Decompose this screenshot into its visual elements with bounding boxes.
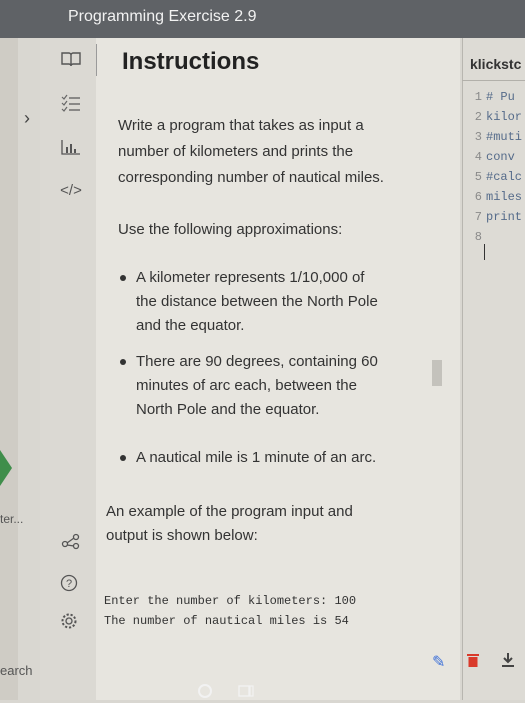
line-number: 4 <box>474 150 482 164</box>
window-title: Programming Exercise 2.9 <box>68 8 257 25</box>
window-title-bar: Programming Exercise 2.9 <box>0 0 525 38</box>
line-number: 8 <box>474 230 482 244</box>
line-number: 1 <box>474 90 482 104</box>
editor-file-tab[interactable]: klickstc <box>470 56 521 72</box>
line-number: 2 <box>474 110 482 124</box>
prompt-line: Write a program that takes as input a <box>118 117 364 134</box>
sample-output-line: Enter the number of kilometers: 100 <box>104 594 357 608</box>
scrollbar-thumb[interactable] <box>432 360 442 386</box>
code-line[interactable]: print <box>486 210 522 224</box>
share-icon[interactable] <box>60 532 82 554</box>
list-item: There are 90 degrees, containing 60 minu… <box>118 350 418 422</box>
approximation-list: A nautical mile is 1 minute of an arc. <box>118 446 418 470</box>
settings-gear-icon[interactable] <box>60 612 82 634</box>
tab-divider <box>462 80 525 81</box>
header-divider <box>96 44 97 76</box>
prompt-line: number of kilometers and prints the <box>118 143 354 160</box>
line-number: 5 <box>474 170 482 184</box>
task-list-icon[interactable] <box>60 94 82 116</box>
list-item: A nautical mile is 1 minute of an arc. <box>118 446 418 470</box>
code-line[interactable]: conv <box>486 150 515 164</box>
code-icon[interactable]: </> <box>60 180 82 202</box>
code-line[interactable]: # Pu <box>486 90 515 104</box>
code-line[interactable]: #muti <box>486 130 522 144</box>
svg-text:?: ? <box>66 578 72 590</box>
chevron-right-icon[interactable]: › <box>24 108 30 129</box>
approximations-intro: Use the following approximations: <box>118 221 343 238</box>
code-line[interactable]: miles <box>486 190 522 204</box>
edge-search-label[interactable]: earch <box>0 663 33 678</box>
list-item: A kilometer represents 1/10,000 of the d… <box>118 266 418 338</box>
text-cursor <box>484 244 485 260</box>
line-number: 7 <box>474 210 482 224</box>
trash-icon[interactable] <box>466 652 480 673</box>
approximation-list: There are 90 degrees, containing 60 minu… <box>118 350 418 422</box>
code-line[interactable]: kilor <box>486 110 522 124</box>
line-number: 6 <box>474 190 482 204</box>
help-icon[interactable]: ? <box>60 574 82 596</box>
bar-chart-icon[interactable] <box>60 138 82 160</box>
download-icon[interactable] <box>500 652 516 673</box>
pencil-icon[interactable]: ✎ <box>432 652 445 672</box>
left-edge-panel <box>0 38 18 700</box>
page-title: Instructions <box>122 48 260 75</box>
sample-output-line: The number of nautical miles is 54 <box>104 614 349 628</box>
edge-partial-label: ter... <box>0 512 24 526</box>
example-intro: output is shown below: <box>106 527 258 544</box>
taskbar-task-view-icon[interactable] <box>238 684 254 698</box>
prompt-line: corresponding number of nautical miles. <box>118 169 384 186</box>
line-number: 3 <box>474 130 482 144</box>
approximation-list: A kilometer represents 1/10,000 of the d… <box>118 266 418 338</box>
example-intro: An example of the program input and <box>106 503 353 520</box>
taskbar-search-circle-icon[interactable] <box>198 684 212 698</box>
book-icon[interactable] <box>60 50 82 72</box>
play-icon[interactable] <box>0 450 12 486</box>
code-line[interactable]: #calc <box>486 170 522 184</box>
